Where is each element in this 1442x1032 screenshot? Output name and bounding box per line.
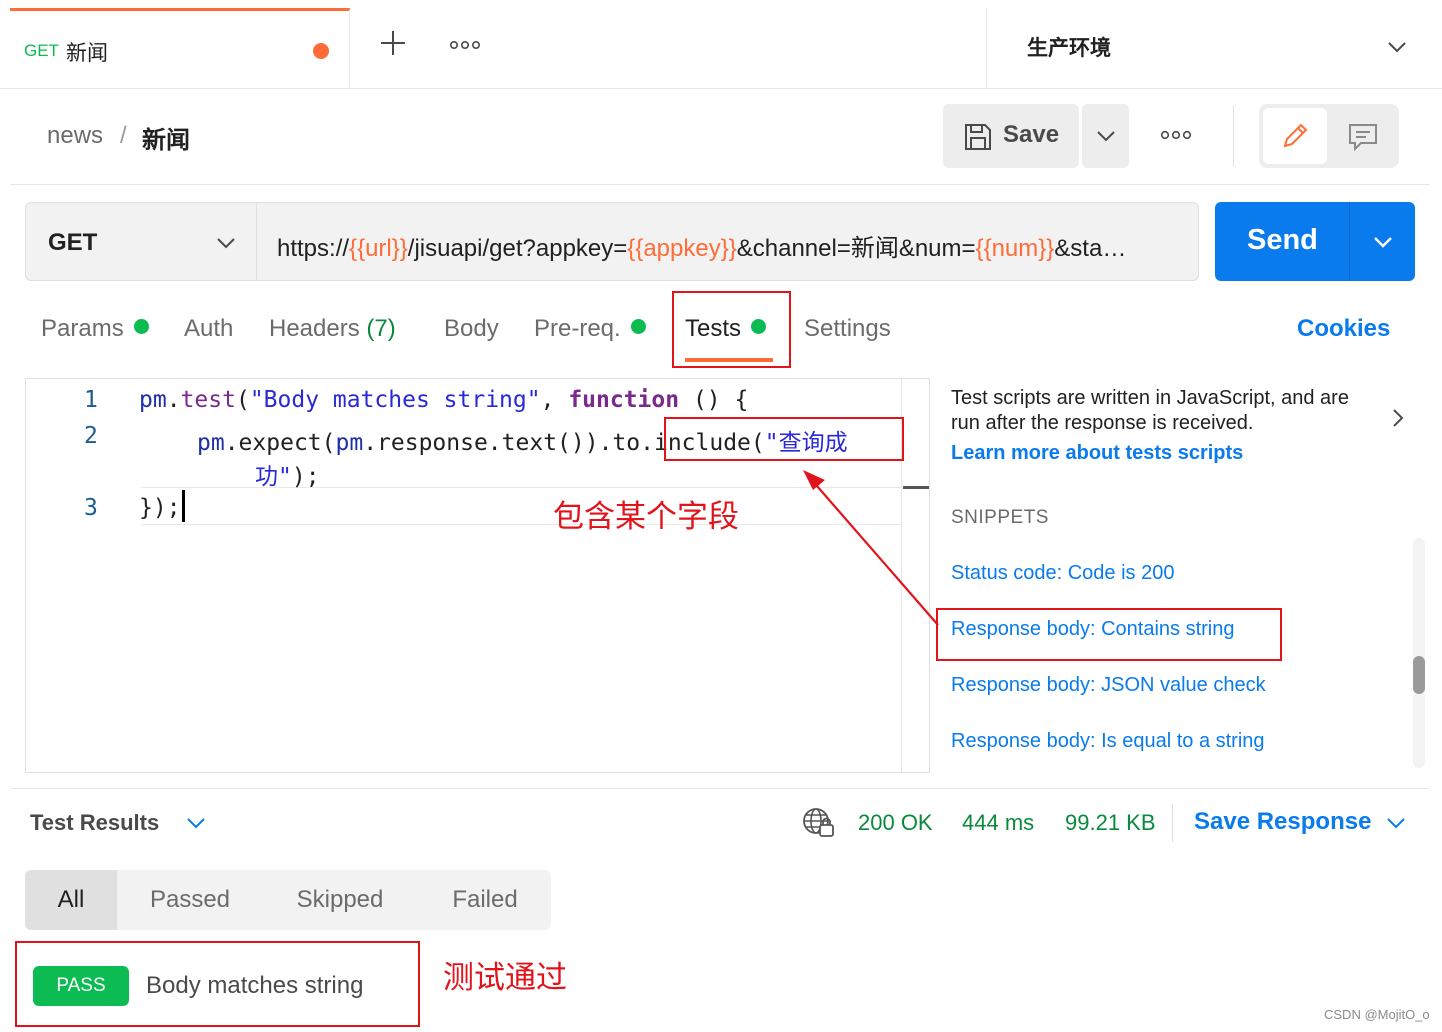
snippet-link[interactable]: Response body: JSON value check (951, 674, 1266, 697)
tests-description: Test scripts are written in JavaScript, … (951, 387, 1349, 434)
learn-more-link[interactable]: Learn more about tests scripts (951, 442, 1243, 465)
annotation-pass-note: 测试通过 (443, 960, 567, 996)
save-button[interactable]: Save (943, 104, 1079, 168)
line-number: 3 (84, 495, 98, 521)
send-label: Send (1247, 224, 1318, 256)
status-code[interactable]: 200 OK (858, 810, 933, 836)
chevron-down-icon (217, 238, 235, 249)
save-label: Save (1003, 121, 1060, 148)
url-variable: {{num}} (975, 235, 1055, 262)
divider (10, 184, 1430, 185)
cookies-link[interactable]: Cookies (1297, 315, 1390, 343)
edit-mode-button[interactable] (1263, 108, 1327, 164)
tab-prereq[interactable]: Pre-req. (534, 315, 646, 343)
tab-method-label: GET (24, 41, 59, 60)
line-number: 1 (84, 387, 98, 413)
url-segment: &channel=新闻&num= (736, 235, 976, 262)
divider (10, 788, 1430, 789)
chevron-down-icon[interactable] (1373, 236, 1393, 248)
watermark: CSDN @MojitO_o (1324, 1007, 1430, 1022)
url-variable: {{appkey}} (627, 235, 737, 262)
breadcrumb-collection[interactable]: news (47, 122, 103, 150)
http-method-select[interactable]: GET (25, 202, 257, 281)
filter-failed[interactable]: Failed (437, 870, 533, 930)
snippets-scroll-thumb[interactable] (1413, 656, 1425, 694)
tab-params[interactable]: Params (41, 315, 149, 343)
response-time[interactable]: 444 ms (962, 810, 1034, 836)
chevron-down-icon (1097, 131, 1115, 142)
code-line-2-wrap: 功"); (255, 464, 320, 490)
divider (1349, 202, 1350, 281)
tab-prereq-label: Pre-req. (534, 315, 621, 342)
more-tabs-icon[interactable] (449, 38, 480, 50)
url-variable: {{url}} (349, 235, 408, 262)
comment-doc-icon (1349, 124, 1377, 152)
request-tab-active[interactable]: GET 新闻 (10, 8, 350, 88)
tab-title: 新闻 (66, 42, 108, 65)
status-dot-icon (630, 319, 646, 334)
url-text: https://{{url}}/jisuapi/get?appkey={{app… (277, 228, 1177, 263)
pencil-icon (1283, 123, 1308, 148)
chevron-down-icon (1387, 40, 1407, 54)
documentation-mode-button[interactable] (1331, 108, 1395, 164)
url-input[interactable]: https://{{url}}/jisuapi/get?appkey={{app… (257, 202, 1199, 281)
filter-all[interactable]: All (25, 870, 117, 930)
chevron-down-icon[interactable] (186, 816, 206, 830)
tab-params-label: Params (41, 315, 124, 342)
snippets-heading: SNIPPETS (951, 507, 1049, 528)
send-button[interactable]: Send (1215, 202, 1415, 281)
http-method-value: GET (48, 229, 98, 256)
divider (1172, 804, 1173, 842)
current-line-highlight (141, 487, 901, 525)
breadcrumb-separator: / (120, 122, 127, 149)
line-number: 2 (84, 423, 98, 449)
environment-name: 生产环境 (1027, 37, 1111, 60)
view-mode-toggle (1259, 104, 1399, 168)
filter-passed[interactable]: Passed (135, 870, 245, 930)
annotation-box-include (664, 417, 904, 461)
chevron-down-icon[interactable] (1386, 816, 1406, 830)
request-more-icon[interactable] (1160, 128, 1192, 142)
snippet-link[interactable]: Status code: Code is 200 (951, 562, 1174, 585)
snippets-scrollbar[interactable] (1413, 538, 1425, 768)
save-options-dropdown[interactable] (1082, 104, 1129, 168)
unsaved-dot-icon (313, 43, 329, 59)
globe-lock-icon[interactable] (801, 806, 835, 838)
headers-count: (7) (366, 315, 396, 342)
environment-selector[interactable]: 生产环境 (986, 8, 1442, 88)
code-line-1: pm.test("Body matches string", function … (139, 387, 749, 413)
status-dot-icon (133, 319, 149, 334)
url-segment: &sta… (1054, 235, 1127, 262)
code-line-3: }); (139, 495, 181, 521)
text-cursor (182, 490, 185, 522)
url-segment: /jisuapi/get?appkey= (407, 235, 628, 262)
breadcrumb-request-name[interactable]: 新闻 (142, 120, 190, 155)
annotation-box-tests-tab (672, 291, 791, 368)
tab-body[interactable]: Body (444, 315, 499, 343)
tab-settings[interactable]: Settings (804, 315, 891, 343)
tab-headers-label: Headers (269, 315, 360, 342)
save-icon (963, 122, 993, 152)
annotation-arrow-icon (803, 470, 939, 626)
new-tab-plus-icon[interactable] (380, 30, 406, 56)
divider (1233, 106, 1234, 166)
url-segment: https:// (277, 235, 350, 262)
tab-auth[interactable]: Auth (184, 315, 233, 343)
chevron-right-icon[interactable] (1392, 408, 1404, 428)
test-results-title[interactable]: Test Results (30, 810, 159, 836)
annotation-box-result (15, 941, 420, 1027)
save-response-button[interactable]: Save Response (1194, 808, 1371, 836)
annotation-include-note: 包含某个字段 (553, 499, 739, 535)
snippet-link[interactable]: Response body: Is equal to a string (951, 730, 1265, 753)
results-filter: All Passed Skipped Failed (25, 870, 551, 930)
annotation-box-snippet (936, 608, 1282, 661)
tab-headers[interactable]: Headers (7) (269, 315, 396, 343)
filter-skipped[interactable]: Skipped (280, 870, 400, 930)
response-size[interactable]: 99.21 KB (1065, 810, 1156, 836)
